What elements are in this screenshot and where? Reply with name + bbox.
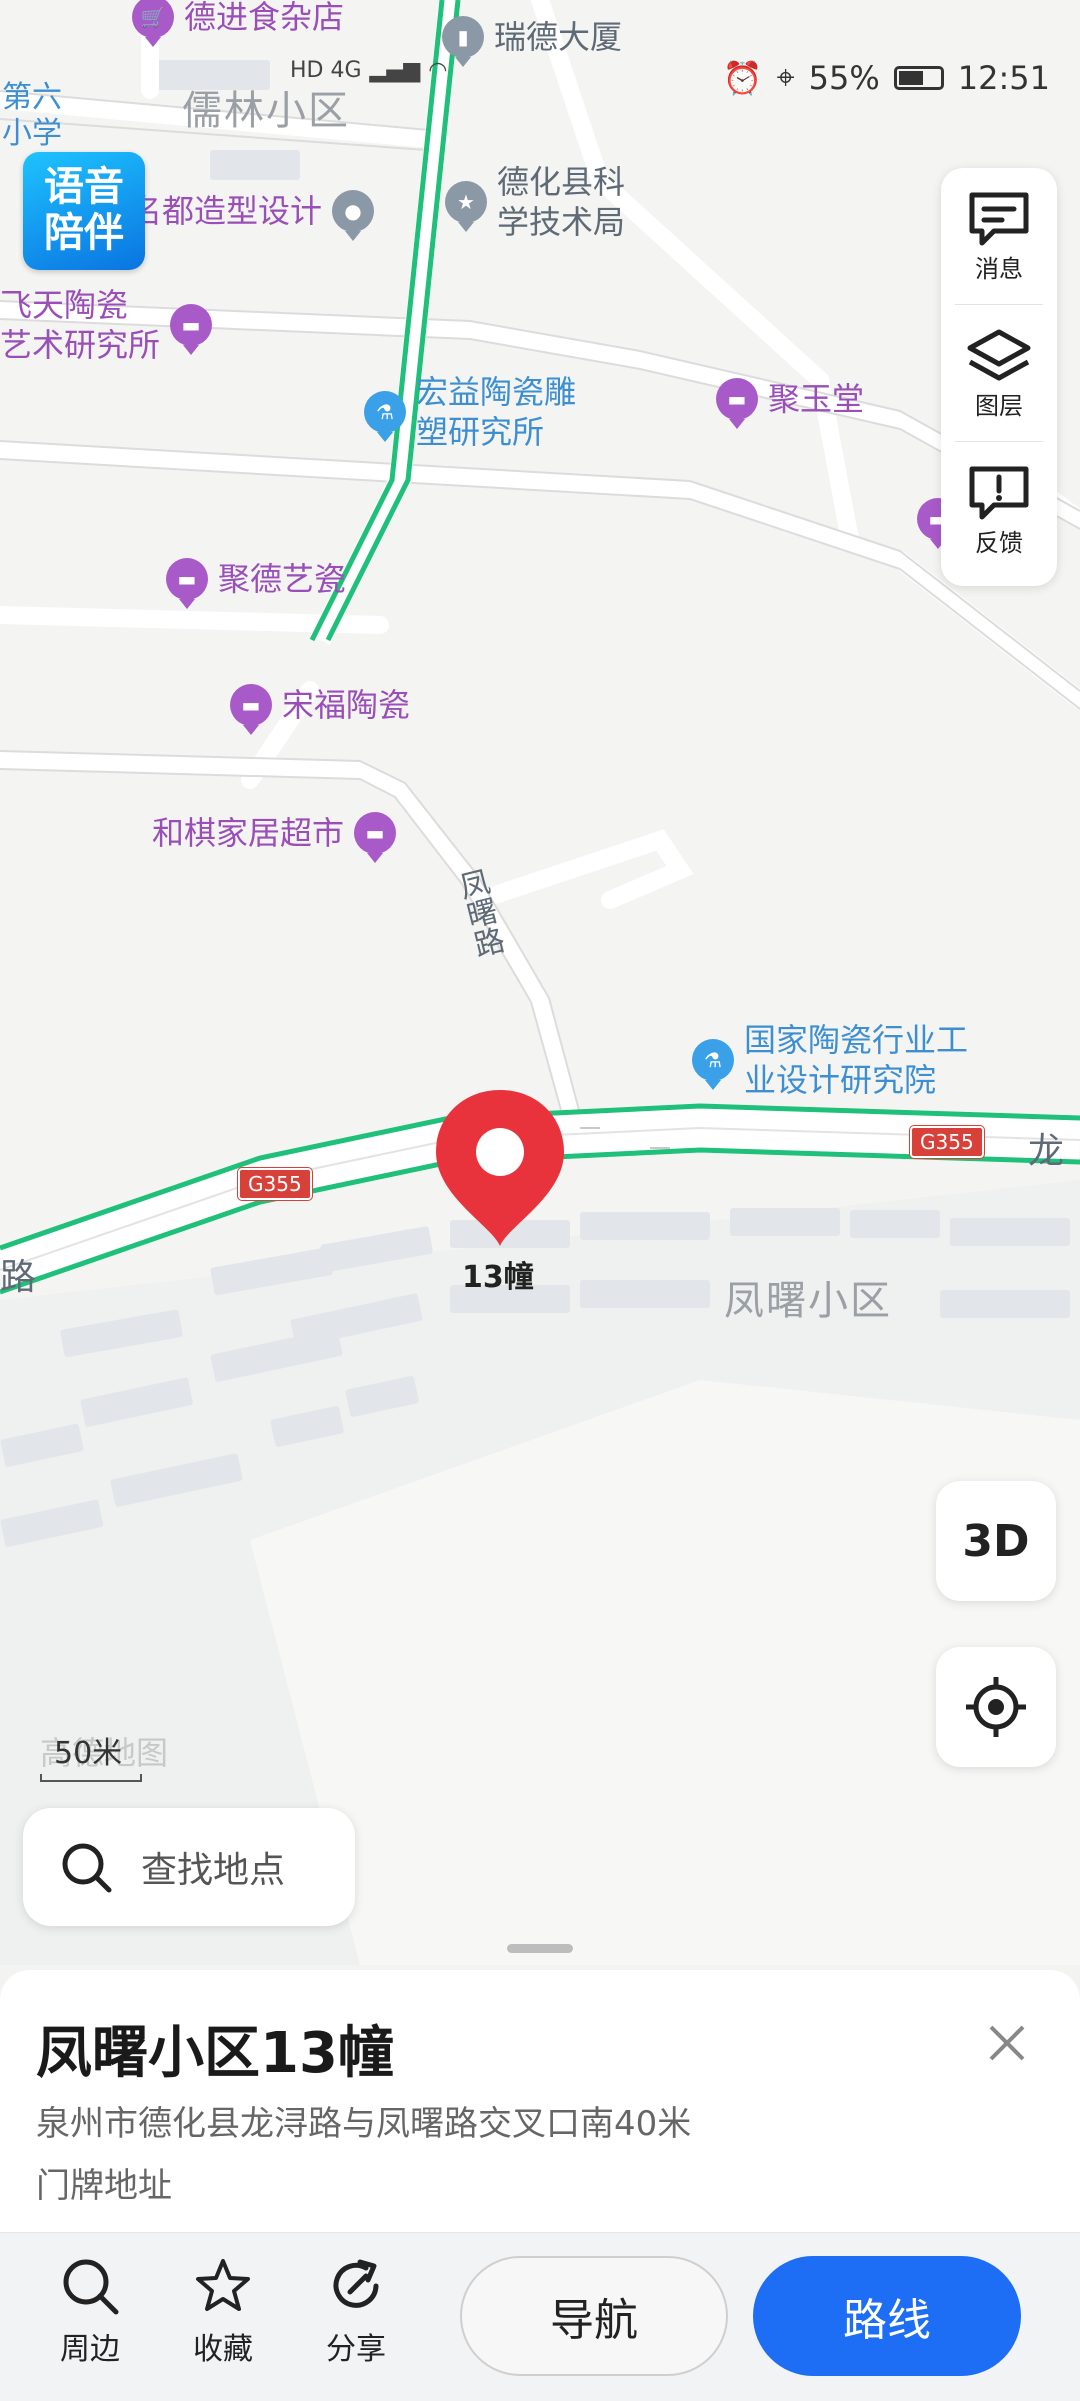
government-star-icon: ★ [445, 181, 487, 232]
star-icon [196, 2259, 250, 2311]
close-icon [989, 2025, 1025, 2061]
feedback-alert-icon [969, 466, 1029, 519]
clock: 12:51 [957, 58, 1050, 97]
wifi-icon: ◠ [428, 58, 448, 83]
alarm-icon: ⏰ [722, 58, 763, 97]
map-canvas[interactable]: 🛒 德进食杂店 ▮ 瑞德大厦 儒林小区 第六 小学 ● 名都造型设计 ★ 德化县… [0, 0, 1080, 1965]
share-button[interactable]: 分享 [306, 2256, 406, 2368]
favorite-button[interactable]: 收藏 [173, 2256, 273, 2368]
shop-icon: ▬ [354, 812, 397, 863]
poi-sixth-school[interactable]: 第六 小学 [2, 80, 62, 152]
district-rulin: 儒林小区 [182, 88, 350, 134]
place-address: 泉州市德化县龙浔路与凤曙路交叉口南40米 [36, 2104, 692, 2144]
poi-juyutang[interactable]: ▬ 聚玉堂 [716, 378, 864, 429]
road-label-long: 龙 [1028, 1131, 1065, 1172]
research-flask-icon: ⚗ [364, 391, 406, 442]
selected-marker-label: 13幢 [462, 1260, 534, 1295]
status-bar: HD 4G ▂▄▆ ◠ ⏰ ⌖ 55% 12:51 [0, 0, 1080, 97]
highway-shield-g355-east: G355 [910, 1126, 984, 1158]
road-label-lu: 路 [0, 1257, 37, 1298]
crosshair-locate-icon [966, 1677, 1026, 1737]
search-place-input[interactable]: 查找地点 [23, 1808, 355, 1926]
3d-view-button[interactable]: 3D [936, 1481, 1056, 1601]
poi-jude-ceramics[interactable]: ▬ 聚德艺瓷 [166, 558, 346, 609]
feedback-button[interactable]: 反馈 [941, 442, 1057, 578]
map-scale: 50米 [40, 1728, 142, 1782]
poi-heqi-furniture[interactable]: ▬ 和棋家居超市 [152, 812, 397, 863]
layers-icon [967, 329, 1031, 380]
scale-bar [40, 1774, 142, 1782]
search-icon [62, 1843, 112, 1893]
network-indicator: HD 4G ▂▄▆ ◠ [290, 58, 448, 83]
signal-icon: ▂▄▆ [369, 58, 421, 83]
shop-icon: ▬ [230, 684, 272, 735]
search-nearby-icon [63, 2259, 119, 2315]
messages-button[interactable]: 消息 [941, 168, 1057, 304]
locate-me-button[interactable] [936, 1647, 1056, 1767]
close-button[interactable] [982, 2018, 1032, 2068]
map-tools-panel: 消息 图层 反馈 [941, 168, 1057, 586]
nearby-button[interactable]: 周边 [40, 2256, 140, 2368]
navigate-button[interactable]: 导航 [460, 2256, 728, 2376]
poi-national-ceramic-institute[interactable]: ⚗ 国家陶瓷行业工 业设计研究院 [692, 1020, 968, 1100]
shop-icon: ▬ [166, 558, 208, 609]
layers-button[interactable]: 图层 [941, 305, 1057, 441]
poi-hongyi-sculpture[interactable]: ⚗ 宏益陶瓷雕 塑研究所 [364, 372, 576, 452]
research-flask-icon: ⚗ [692, 1039, 734, 1090]
battery-percent: 55% [808, 58, 880, 97]
message-icon [969, 192, 1029, 245]
battery-icon [893, 65, 944, 90]
shop-icon: ▬ [170, 304, 213, 355]
poi-songfu-ceramics[interactable]: ▬ 宋福陶瓷 [230, 684, 410, 735]
poi-science-bureau[interactable]: ★ 德化县科 学技术局 [445, 162, 625, 242]
place-icon: ● [332, 190, 375, 241]
poi-feitian-ceramics[interactable]: ▬ 飞天陶瓷 艺术研究所 [0, 285, 213, 365]
selected-location-pin-icon[interactable] [432, 1086, 568, 1250]
place-type: 门牌地址 [36, 2166, 172, 2206]
sheet-drag-handle[interactable] [507, 1944, 573, 1953]
poi-mingdu-salon[interactable]: ● 名都造型设计 [130, 190, 375, 241]
voice-companion-button[interactable]: 语音 陪伴 [23, 152, 145, 270]
place-title: 凤曙小区13幢 [36, 2021, 394, 2086]
highway-shield-g355: G355 [238, 1168, 312, 1200]
location-icon: ⌖ [776, 58, 795, 96]
share-icon [333, 2259, 379, 2308]
shop-icon: ▬ [716, 378, 758, 429]
district-fengshu: 凤曙小区 [724, 1278, 892, 1324]
route-button[interactable]: 路线 [753, 2256, 1021, 2376]
status-right: ⏰ ⌖ 55% 12:51 [723, 58, 1050, 97]
